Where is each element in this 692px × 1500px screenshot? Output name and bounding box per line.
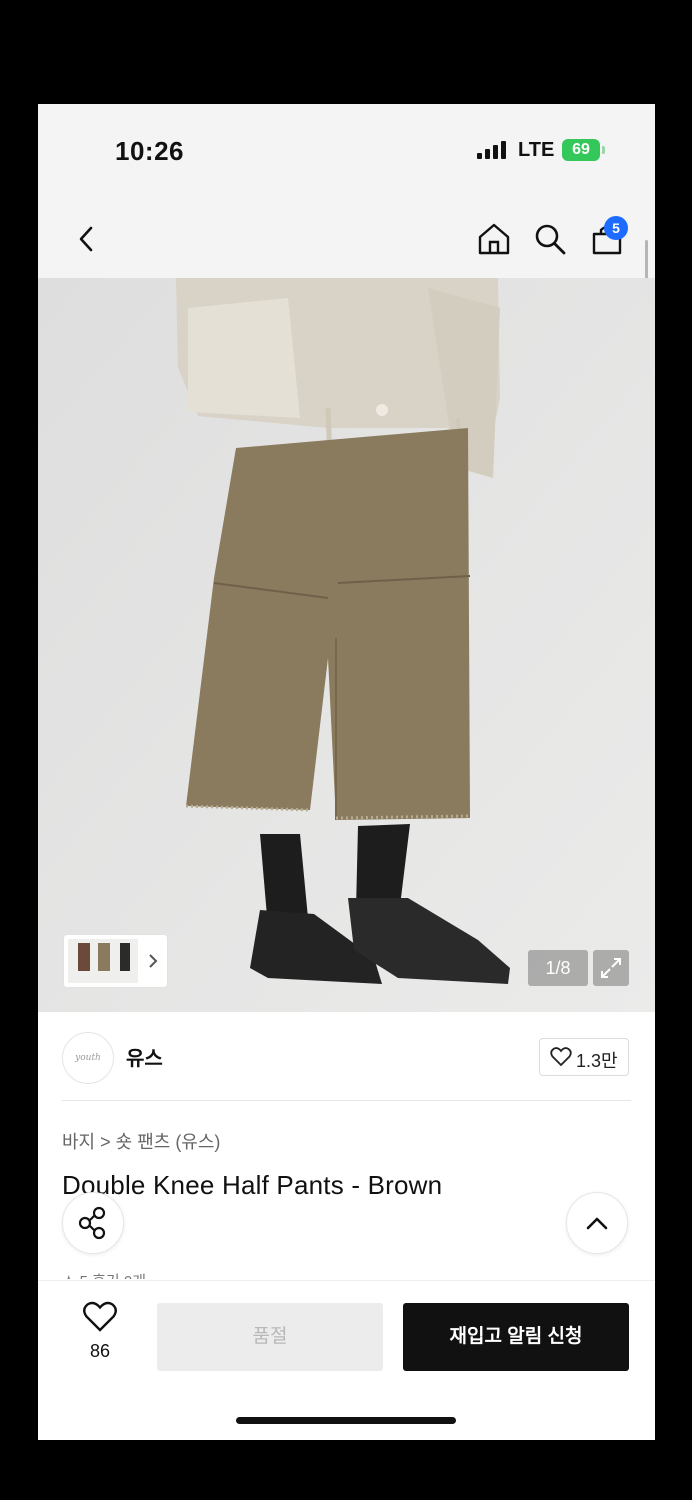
chevron-right-icon — [149, 954, 158, 968]
expand-button[interactable] — [593, 950, 629, 986]
signal-icon — [477, 141, 509, 159]
home-indicator[interactable] — [236, 1417, 456, 1424]
heart-icon — [550, 1047, 572, 1067]
expand-icon — [601, 958, 621, 978]
share-icon — [78, 1206, 106, 1240]
thumbnail-strip-button[interactable] — [63, 934, 168, 988]
status-time: 10:26 — [115, 136, 184, 166]
product-image[interactable] — [38, 278, 655, 1012]
search-icon[interactable] — [532, 221, 568, 257]
product-photo — [38, 278, 655, 1012]
soldout-button[interactable]: 품절 — [157, 1303, 383, 1371]
battery-tip — [602, 146, 605, 154]
rating-summary[interactable]: ★ 5 후기 0개 — [62, 1270, 146, 1279]
restock-alert-button[interactable]: 재입고 알림 신청 — [403, 1303, 629, 1371]
thumbnail-image — [68, 939, 138, 983]
scroll-top-button[interactable] — [566, 1192, 628, 1254]
bottom-action-bar: 86 품절 재입고 알림 신청 — [38, 1280, 655, 1440]
heart-icon — [83, 1301, 117, 1332]
phone-screen: 10:26 LTE 69 5 1/8 youth 유스 1.3만 바지 > 숏 … — [38, 104, 655, 1440]
brand-like-button[interactable]: 1.3만 — [539, 1038, 629, 1076]
breadcrumb[interactable]: 바지 > 숏 팬츠 (유스) — [62, 1128, 220, 1154]
divider — [62, 1100, 631, 1101]
network-label: LTE — [518, 139, 555, 161]
brand-row: youth 유스 1.3만 — [38, 1012, 655, 1104]
status-bar: 10:26 LTE 69 — [38, 104, 655, 194]
share-button[interactable] — [62, 1192, 124, 1254]
wishlist-count: 86 — [89, 1341, 111, 1361]
brand-logo[interactable]: youth — [62, 1032, 114, 1084]
image-counter: 1/8 — [528, 950, 588, 986]
wishlist-button[interactable] — [80, 1301, 120, 1338]
brand-like-count: 1.3만 — [576, 1051, 618, 1071]
home-icon[interactable] — [476, 221, 512, 257]
brand-name[interactable]: 유스 — [126, 1042, 163, 1071]
chevron-up-icon — [586, 1217, 608, 1230]
cart-count-badge: 5 — [604, 216, 628, 240]
back-arrow-icon[interactable] — [70, 221, 106, 257]
battery-icon: 69 — [562, 139, 600, 161]
